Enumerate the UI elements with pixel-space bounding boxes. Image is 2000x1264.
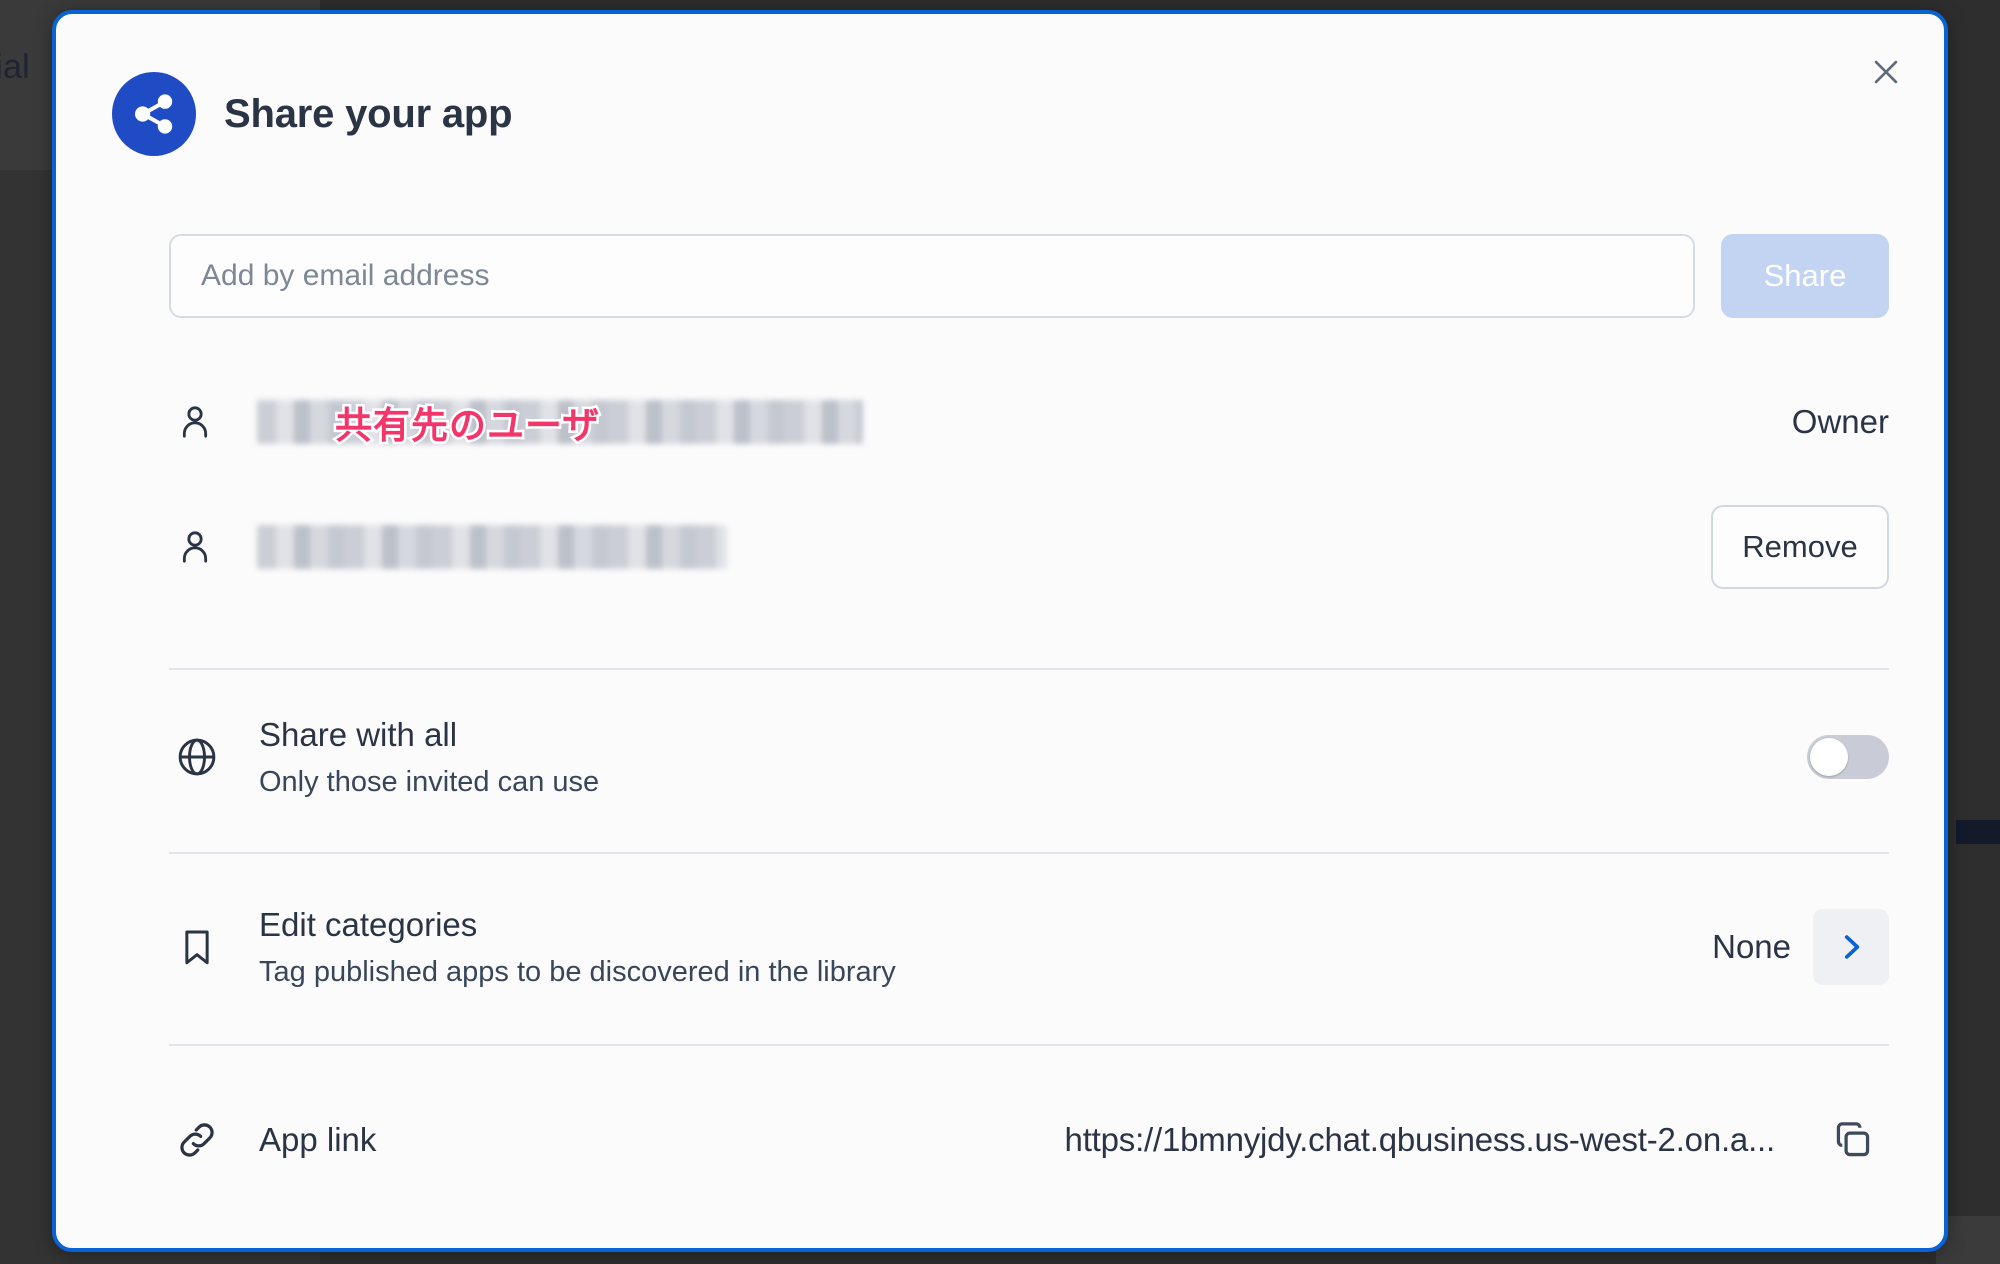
- share-app-modal: Share your app Share 共有先のユーザ Owner: [52, 10, 1948, 1252]
- link-icon: [169, 1112, 225, 1168]
- annotation-label: 共有先のユーザ: [332, 403, 601, 449]
- option-row-share-with-all: Share with all Only those invited can us…: [169, 714, 1889, 799]
- invite-row: Share: [169, 234, 1889, 318]
- categories-value: None: [1712, 927, 1791, 965]
- person-row-owner: 共有先のユーザ Owner: [169, 374, 1889, 470]
- backdrop-strip: [1956, 820, 2000, 844]
- option-subtitle: Tag published apps to be discovered in t…: [259, 956, 896, 989]
- option-row-edit-categories: Edit categories Tag published apps to be…: [169, 904, 1889, 989]
- share-nodes-icon: [112, 72, 196, 156]
- share-button[interactable]: Share: [1721, 234, 1889, 318]
- option-text: Share with all Only those invited can us…: [259, 714, 599, 799]
- person-icon: [169, 519, 221, 575]
- person-email-redacted: [257, 519, 727, 575]
- divider: [169, 1044, 1889, 1046]
- option-title: Share with all: [259, 716, 458, 753]
- close-icon[interactable]: [1858, 44, 1914, 100]
- person-row-member: Remove: [169, 499, 1889, 595]
- person-email-redacted: 共有先のユーザ: [257, 394, 863, 450]
- person-icon: [169, 394, 221, 450]
- categories-control: None: [1712, 908, 1889, 985]
- modal-header: Share your app: [112, 72, 513, 156]
- backdrop-partial-text: cial: [0, 48, 30, 86]
- bookmark-icon: [169, 919, 225, 975]
- email-input[interactable]: [169, 234, 1695, 318]
- globe-icon: [169, 729, 225, 785]
- divider: [169, 668, 1889, 670]
- option-title: Edit categories: [259, 906, 478, 943]
- redaction-bar: [257, 525, 727, 569]
- option-subtitle: Only those invited can use: [259, 766, 600, 799]
- remove-button[interactable]: Remove: [1711, 505, 1889, 589]
- option-text: Edit categories Tag published apps to be…: [259, 904, 896, 989]
- toggle-knob: [1810, 737, 1848, 776]
- role-label-owner: Owner: [1791, 403, 1889, 440]
- option-text: App link: [259, 1119, 376, 1160]
- divider: [169, 852, 1889, 854]
- share-with-all-toggle[interactable]: [1807, 734, 1889, 779]
- option-row-app-link: App link https://1bmnyjdy.chat.qbusiness…: [169, 1104, 1889, 1176]
- page-title: Share your app: [224, 91, 513, 136]
- chevron-right-icon[interactable]: [1813, 908, 1889, 985]
- copy-icon[interactable]: [1817, 1104, 1889, 1176]
- app-link-value: https://1bmnyjdy.chat.qbusiness.us-west-…: [1064, 1121, 1776, 1158]
- option-title: App link: [259, 1121, 377, 1159]
